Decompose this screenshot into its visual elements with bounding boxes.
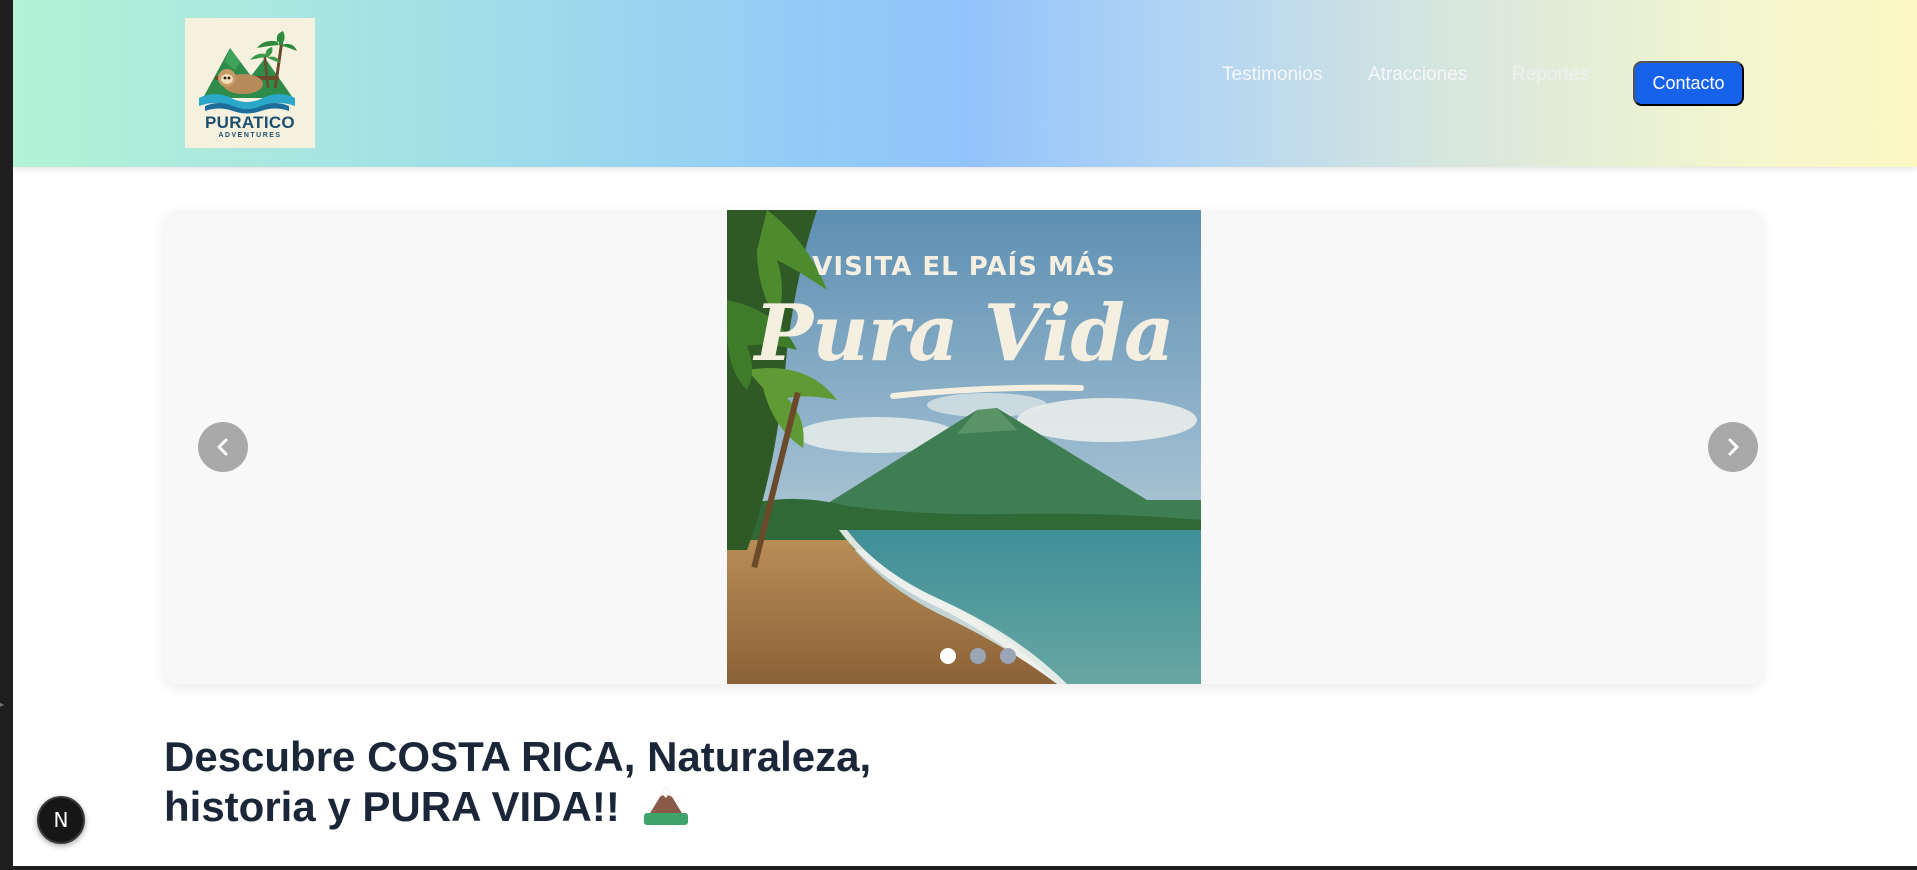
carousel-next-button[interactable] bbox=[1708, 422, 1758, 472]
headline-line-2: historia y PURA VIDA!! bbox=[164, 783, 620, 830]
headline-line-1: Descubre COSTA RICA, Naturaleza, bbox=[164, 733, 872, 780]
editor-side-strip: ▸ bbox=[0, 0, 13, 870]
hero-headline: Descubre COSTA RICA, Naturaleza, histori… bbox=[164, 732, 1064, 832]
dev-tools-badge[interactable]: N bbox=[37, 796, 85, 844]
contact-button[interactable]: Contacto bbox=[1633, 61, 1744, 106]
nav-link-reportes[interactable]: Reportes bbox=[1512, 64, 1589, 86]
carousel-slide: VISITA EL PAÍS MÁS Pura Vida bbox=[727, 210, 1201, 684]
browser-viewport: PURATICO ADVENTURES Testimonios Atraccio… bbox=[13, 0, 1917, 866]
site-header: PURATICO ADVENTURES Testimonios Atraccio… bbox=[13, 0, 1917, 167]
logo-brand-text: PURATICO bbox=[205, 113, 295, 132]
caption-underline bbox=[890, 384, 1084, 399]
slide-caption-main: Pura Vida bbox=[754, 288, 1174, 379]
logo-sub-text: ADVENTURES bbox=[218, 132, 282, 139]
mountain-icon bbox=[643, 787, 688, 825]
chevron-right-icon bbox=[1728, 438, 1739, 456]
nav-link-testimonios[interactable]: Testimonios bbox=[1222, 64, 1322, 86]
strip-marker: ▸ bbox=[0, 700, 5, 709]
carousel-dot-1[interactable] bbox=[940, 648, 956, 664]
slide-caption-top: VISITA EL PAÍS MÁS bbox=[812, 252, 1116, 282]
nav-link-atracciones[interactable]: Atracciones bbox=[1368, 64, 1467, 86]
site-logo[interactable]: PURATICO ADVENTURES bbox=[185, 18, 315, 148]
carousel-prev-button[interactable] bbox=[198, 422, 248, 472]
window-bottom-edge bbox=[0, 866, 1917, 870]
carousel-dot-2[interactable] bbox=[970, 648, 986, 664]
hero-carousel: VISITA EL PAÍS MÁS Pura Vida bbox=[164, 210, 1763, 684]
carousel-dot-3[interactable] bbox=[1000, 648, 1016, 664]
chevron-left-icon bbox=[217, 438, 228, 456]
